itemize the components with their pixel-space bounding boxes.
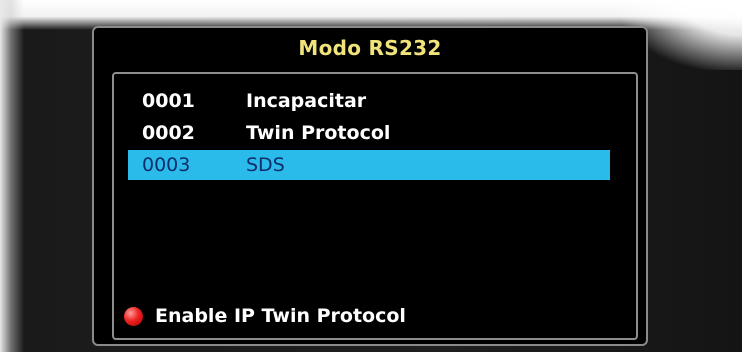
- item-code: 0002: [142, 122, 195, 144]
- red-button-icon: [124, 306, 143, 326]
- item-label: Twin Protocol: [246, 122, 391, 144]
- item-code: 0001: [142, 90, 195, 112]
- red-button-label: Enable IP Twin Protocol: [155, 305, 406, 327]
- item-code: 0003: [142, 154, 191, 176]
- screen-glare-left: [0, 0, 24, 352]
- list-item-sds-selected[interactable]: 0003 SDS: [128, 150, 610, 180]
- list-item-twin-protocol[interactable]: 0002 Twin Protocol: [128, 118, 610, 148]
- item-label: SDS: [246, 154, 285, 176]
- dialog-title: Modo RS232: [298, 36, 442, 60]
- list-item-incapacitar[interactable]: 0001 Incapacitar: [128, 86, 610, 116]
- option-list: 0001 Incapacitar 0002 Twin Protocol 0003…: [112, 72, 638, 340]
- rs232-mode-dialog: Modo RS232 0001 Incapacitar 0002 Twin Pr…: [92, 26, 648, 346]
- red-button-hint[interactable]: Enable IP Twin Protocol: [124, 302, 406, 330]
- item-label: Incapacitar: [246, 90, 367, 112]
